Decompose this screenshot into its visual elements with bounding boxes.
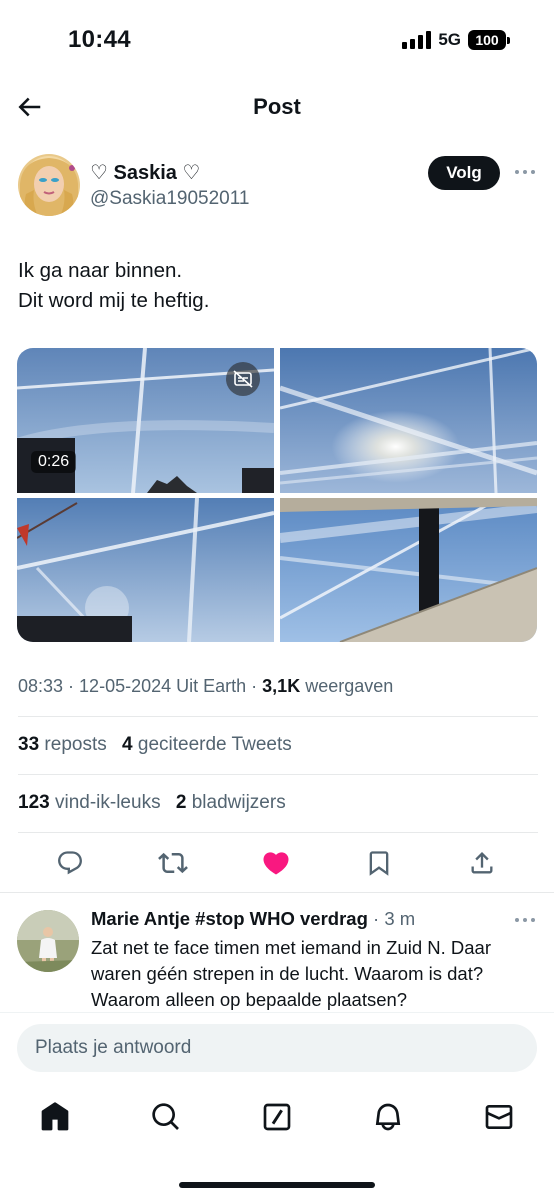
reply-input[interactable]: Plaats je antwoord [17,1024,537,1072]
tab-home[interactable] [38,1100,72,1134]
post-meta: 08:33 · 12-05-2024 Uit Earth · 3,1K weer… [18,676,394,696]
author-display-name[interactable]: ♡ Saskia ♡ [90,160,200,185]
views-count: 3,1K [262,676,301,696]
bookmarks-label: bladwijzers [191,792,286,813]
author-avatar[interactable] [18,154,80,216]
reply-text: Zat net te face timen met iemand in Zuid… [91,937,491,1010]
tab-search[interactable] [149,1100,183,1134]
reply-time: 3 m [384,908,416,929]
video-duration: 0:26 [31,451,77,473]
captions-off-icon[interactable] [226,362,260,396]
post-time: 08:33 [18,676,64,696]
post-header: Post [0,80,554,134]
battery-level: 100 [468,30,506,50]
divider [18,832,538,833]
likes-stat[interactable]: 123 vind-ik-leuks [18,792,161,813]
messages-icon [485,1105,513,1129]
views-label: weergaven [305,676,394,696]
reply-header: Marie Antje #stop WHO verdrag · 3 m [91,908,416,929]
share-button[interactable] [467,848,497,878]
bookmark-icon [369,851,389,876]
notifications-icon [375,1103,401,1131]
network-type: 5G [438,30,461,49]
home-indicator [179,1182,375,1188]
reply-button[interactable] [55,848,85,878]
repost-button[interactable] [158,848,188,878]
reply-author-name[interactable]: Marie Antje #stop WHO verdrag [91,908,368,929]
media-image-sky[interactable] [280,348,537,493]
media-video-sky[interactable]: 0:26 [17,348,274,493]
bookmark-button[interactable] [364,848,394,878]
repost-icon [158,852,188,874]
reply-avatar[interactable] [17,910,79,972]
stats-likes-row: 123 vind-ik-leuks 2 bladwijzers [18,792,286,814]
status-bar: 10:44 5G 100 [0,0,554,80]
post-actions [0,846,554,880]
post-text-line: Ik ga naar binnen. [18,259,183,282]
likes-label: vind-ik-leuks [54,792,161,813]
post-text-line: Dit word mij te heftig. [18,289,210,312]
more-horizontal-icon[interactable] [514,164,536,180]
post-date: 12-05-2024 [79,676,172,696]
media-image-sky[interactable] [280,498,537,642]
post-text: Ik ga naar binnen. Dit word mij te hefti… [18,256,538,316]
reply-icon [58,851,82,875]
quotes-label: geciteerde Tweets [137,734,292,755]
home-icon [41,1102,69,1131]
battery-icon: 100 [468,30,510,50]
divider [0,892,554,893]
divider [18,716,538,717]
search-icon [152,1103,179,1130]
like-icon [263,852,289,875]
reposts-label: reposts [44,734,107,755]
follow-button[interactable]: Volg [428,156,500,190]
tab-messages[interactable] [482,1100,516,1134]
media-image-sky[interactable] [17,498,274,642]
share-icon [471,852,493,874]
status-time: 10:44 [68,26,131,53]
like-button[interactable] [261,848,291,878]
status-indicators: 5G 100 [402,30,510,50]
signal-icon [402,31,432,49]
bookmarks-count: 2 [175,792,187,813]
reposts-stat[interactable]: 33 reposts [18,734,107,755]
divider [18,774,538,775]
quotes-count: 4 [122,734,133,755]
communities-icon [263,1103,291,1131]
quotes-stat[interactable]: 4 geciteerde Tweets [122,734,292,755]
post-author: ♡ Saskia ♡ @Saskia19052011 Volg [18,154,538,220]
reposts-count: 33 [18,734,40,755]
media-grid: 0:26 [17,348,537,642]
more-horizontal-icon[interactable] [514,913,536,927]
post-source: Uit Earth [176,676,247,696]
tab-notifications[interactable] [371,1100,405,1134]
likes-count: 123 [18,792,50,813]
bookmarks-stat[interactable]: 2 bladwijzers [176,792,286,813]
author-handle[interactable]: @Saskia19052011 [90,188,249,210]
tab-communities[interactable] [260,1100,294,1134]
stats-reposts-row: 33 reposts 4 geciteerde Tweets [18,734,292,756]
page-title: Post [253,94,301,119]
